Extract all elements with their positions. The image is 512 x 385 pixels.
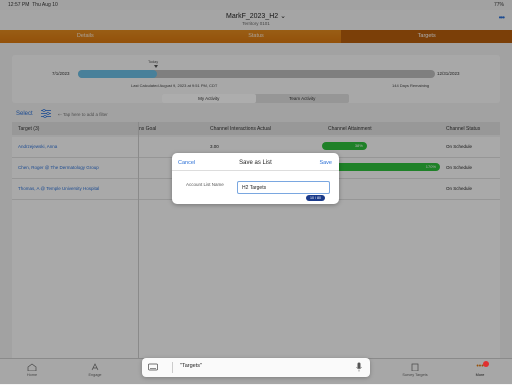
notification-badge (483, 361, 489, 367)
suggestion-item[interactable]: "Targets" (180, 363, 202, 369)
save-button[interactable]: Save (319, 160, 332, 166)
dialog-title: Save as List (239, 160, 272, 166)
keyboard-icon[interactable] (148, 363, 158, 371)
save-as-list-dialog: Cancel Save as List Save Account List Na… (172, 153, 339, 204)
character-counter: 10 / 80 (306, 195, 325, 201)
suggestion-divider (172, 362, 173, 373)
account-list-name-field[interactable] (237, 181, 330, 194)
keyboard-suggestion-bar: "Targets" (142, 358, 370, 377)
dialog-divider (172, 170, 339, 171)
microphone-icon[interactable] (356, 362, 362, 372)
account-list-name-label: Account List Name (186, 182, 224, 187)
